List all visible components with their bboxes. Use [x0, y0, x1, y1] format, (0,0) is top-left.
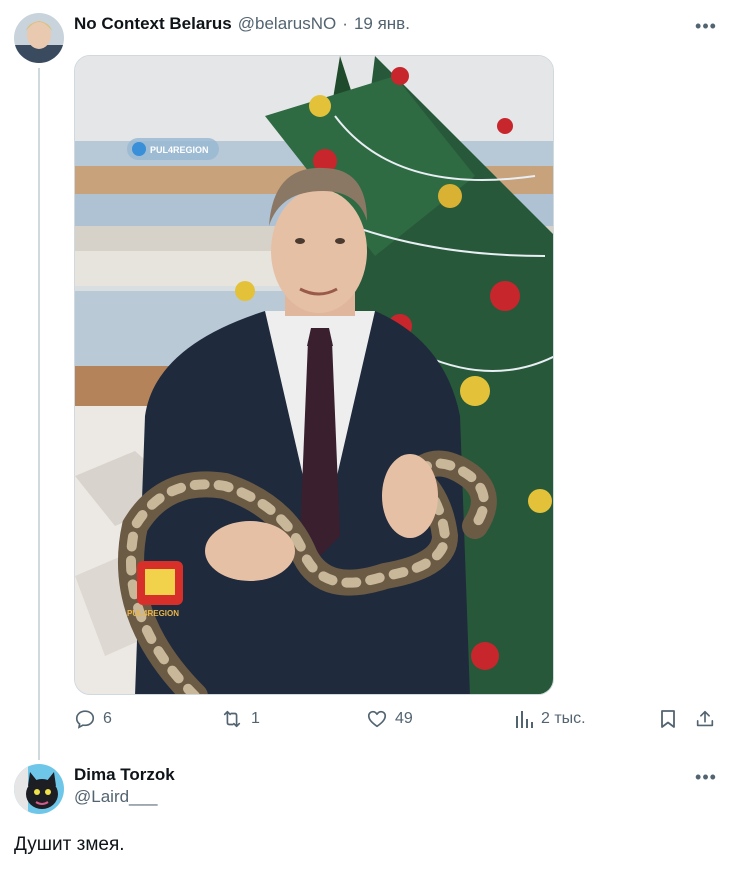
share-button[interactable] — [694, 708, 716, 730]
cat-avatar-icon — [14, 764, 64, 814]
views-count: 2 тыс. — [541, 710, 586, 727]
author-handle[interactable]: @belarusNO — [238, 14, 337, 34]
heart-icon — [367, 710, 387, 728]
reply-header: Dima Torzok @Laird___ — [74, 765, 175, 807]
repost-icon — [223, 710, 241, 728]
tweet-media[interactable]: PUL4REGION PUL4REGION — [74, 55, 554, 695]
views-button[interactable]: 2 тыс. — [514, 708, 586, 730]
thread-line — [38, 68, 40, 760]
tweet-header: No Context Belarus @belarusNO · 19 янв. — [74, 14, 410, 34]
watermark-top: PUL4REGION — [150, 145, 209, 155]
like-button[interactable]: 49 — [366, 708, 413, 730]
more-options-icon[interactable]: ••• — [694, 14, 718, 38]
reply-avatar[interactable] — [14, 764, 64, 814]
reply-author-handle[interactable]: @Laird___ — [74, 787, 175, 807]
author-name[interactable]: No Context Belarus — [74, 14, 232, 34]
tweet-date[interactable]: 19 янв. — [354, 14, 410, 34]
watermark-bottom: PUL4REGION — [127, 609, 179, 618]
reply-text: Душит змея. — [14, 834, 125, 855]
like-count: 49 — [395, 710, 413, 727]
reply-author-name[interactable]: Dima Torzok — [74, 765, 175, 785]
action-bar: 6 1 49 2 тыс. — [0, 708, 732, 738]
repost-count: 1 — [251, 710, 260, 727]
avatar-photo-icon — [14, 13, 64, 63]
reply-icon — [75, 710, 95, 729]
repost-button[interactable]: 1 — [220, 708, 260, 730]
header-separator: · — [342, 14, 348, 33]
share-icon — [696, 710, 714, 727]
author-avatar[interactable] — [14, 13, 64, 63]
photo-man-with-snake-icon: PUL4REGION PUL4REGION — [75, 56, 553, 694]
reply-count: 6 — [103, 710, 112, 727]
reply-button[interactable]: 6 — [74, 708, 112, 730]
views-chart-icon — [516, 711, 533, 728]
bookmark-icon — [661, 710, 675, 728]
bookmark-button[interactable] — [658, 708, 678, 730]
reply-more-options-icon[interactable]: ••• — [694, 765, 718, 789]
